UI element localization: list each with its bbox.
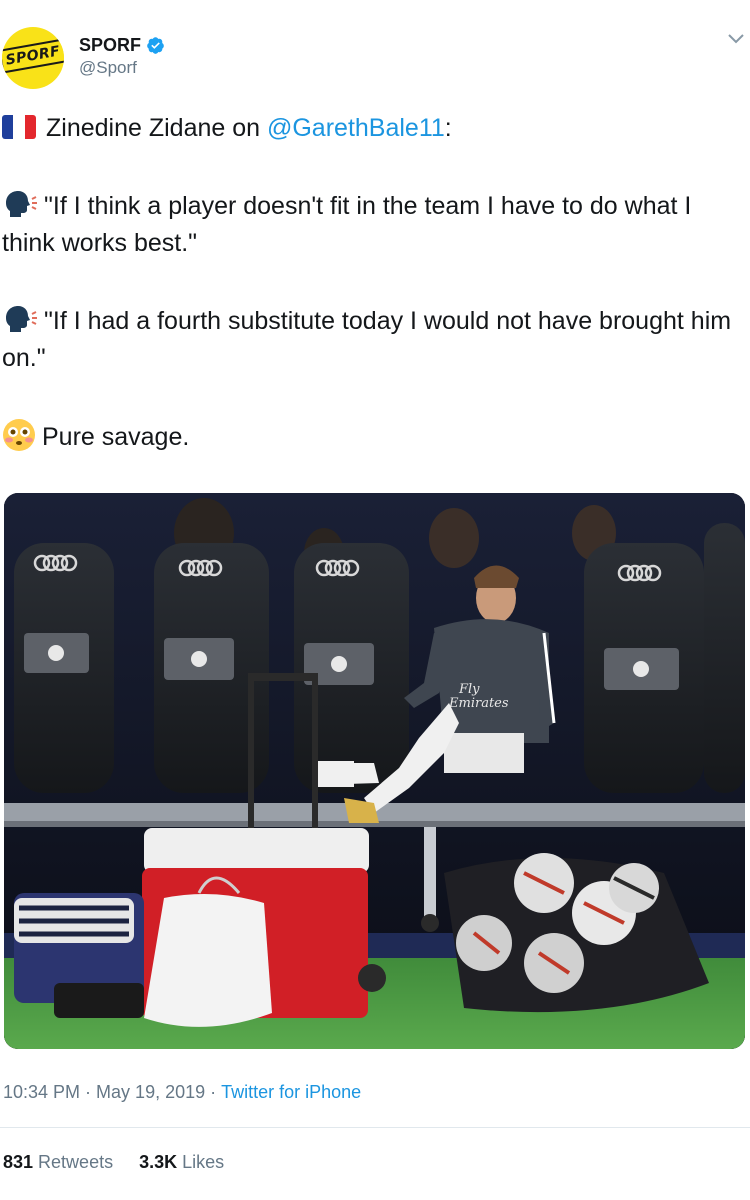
tweet-quote-2: "If I had a fourth substitute today I wo… [2,303,742,377]
bench-photo-illustration: Fly Emirates [4,493,745,1049]
tweet-intro: Zinedine Zidane on @GarethBale11: [2,110,742,147]
tweet-text: Zinedine Zidane on @GarethBale11: "If I … [2,110,742,497]
tweet-source-link[interactable]: Twitter for iPhone [221,1082,361,1103]
retweets-count: 831 [3,1152,34,1172]
avatar-logo-text: SPORF [2,38,64,74]
quote-2-text: "If I had a fourth substitute today I wo… [2,307,732,372]
france-flag-icon [2,115,36,139]
mention-link[interactable]: @GarethBale11 [267,114,445,142]
intro-text: Zinedine Zidane on [46,114,267,142]
tweet-date[interactable]: May 19, 2019 [96,1082,205,1103]
closing-text: Pure savage. [42,423,190,451]
likes-label: Likes [182,1152,225,1172]
intro-suffix: : [444,114,452,142]
tweet-quote-1: "If I think a player doesn't fit in the … [2,188,742,262]
quote-1-text: "If I think a player doesn't fit in the … [2,192,692,257]
tweet-stats: 831 Retweets 3.3K Likes [3,1152,224,1173]
flushed-face-icon [3,419,35,451]
speaking-head-icon [6,191,37,217]
tweet-meta: 10:34 PM · May 19, 2019 · Twitter for iP… [3,1082,361,1103]
verified-badge-icon [147,36,164,54]
retweets-stat[interactable]: 831 Retweets [3,1152,113,1173]
author-name-row[interactable]: SPORF [79,34,165,56]
divider [0,1127,750,1128]
likes-stat[interactable]: 3.3K Likes [139,1152,224,1173]
chevron-down-icon[interactable] [727,32,745,46]
tweet-card: SPORF SPORF @Sporf Zinedine Zidane on @G… [0,0,750,1200]
svg-text:Fly: Fly [458,682,480,697]
likes-count: 3.3K [139,1152,178,1172]
retweets-label: Retweets [38,1152,114,1172]
tweet-time[interactable]: 10:34 PM [3,1082,80,1103]
speaking-head-icon [6,306,37,332]
tweet-closing: Pure savage. [2,418,742,456]
tweet-photo[interactable]: Fly Emirates [4,493,745,1049]
display-name[interactable]: SPORF [79,35,141,56]
author-handle[interactable]: @Sporf [79,58,137,78]
meta-separator: · [205,1082,222,1102]
avatar[interactable]: SPORF [2,27,64,89]
meta-separator: · [80,1082,97,1102]
svg-text:Emirates: Emirates [448,696,509,711]
